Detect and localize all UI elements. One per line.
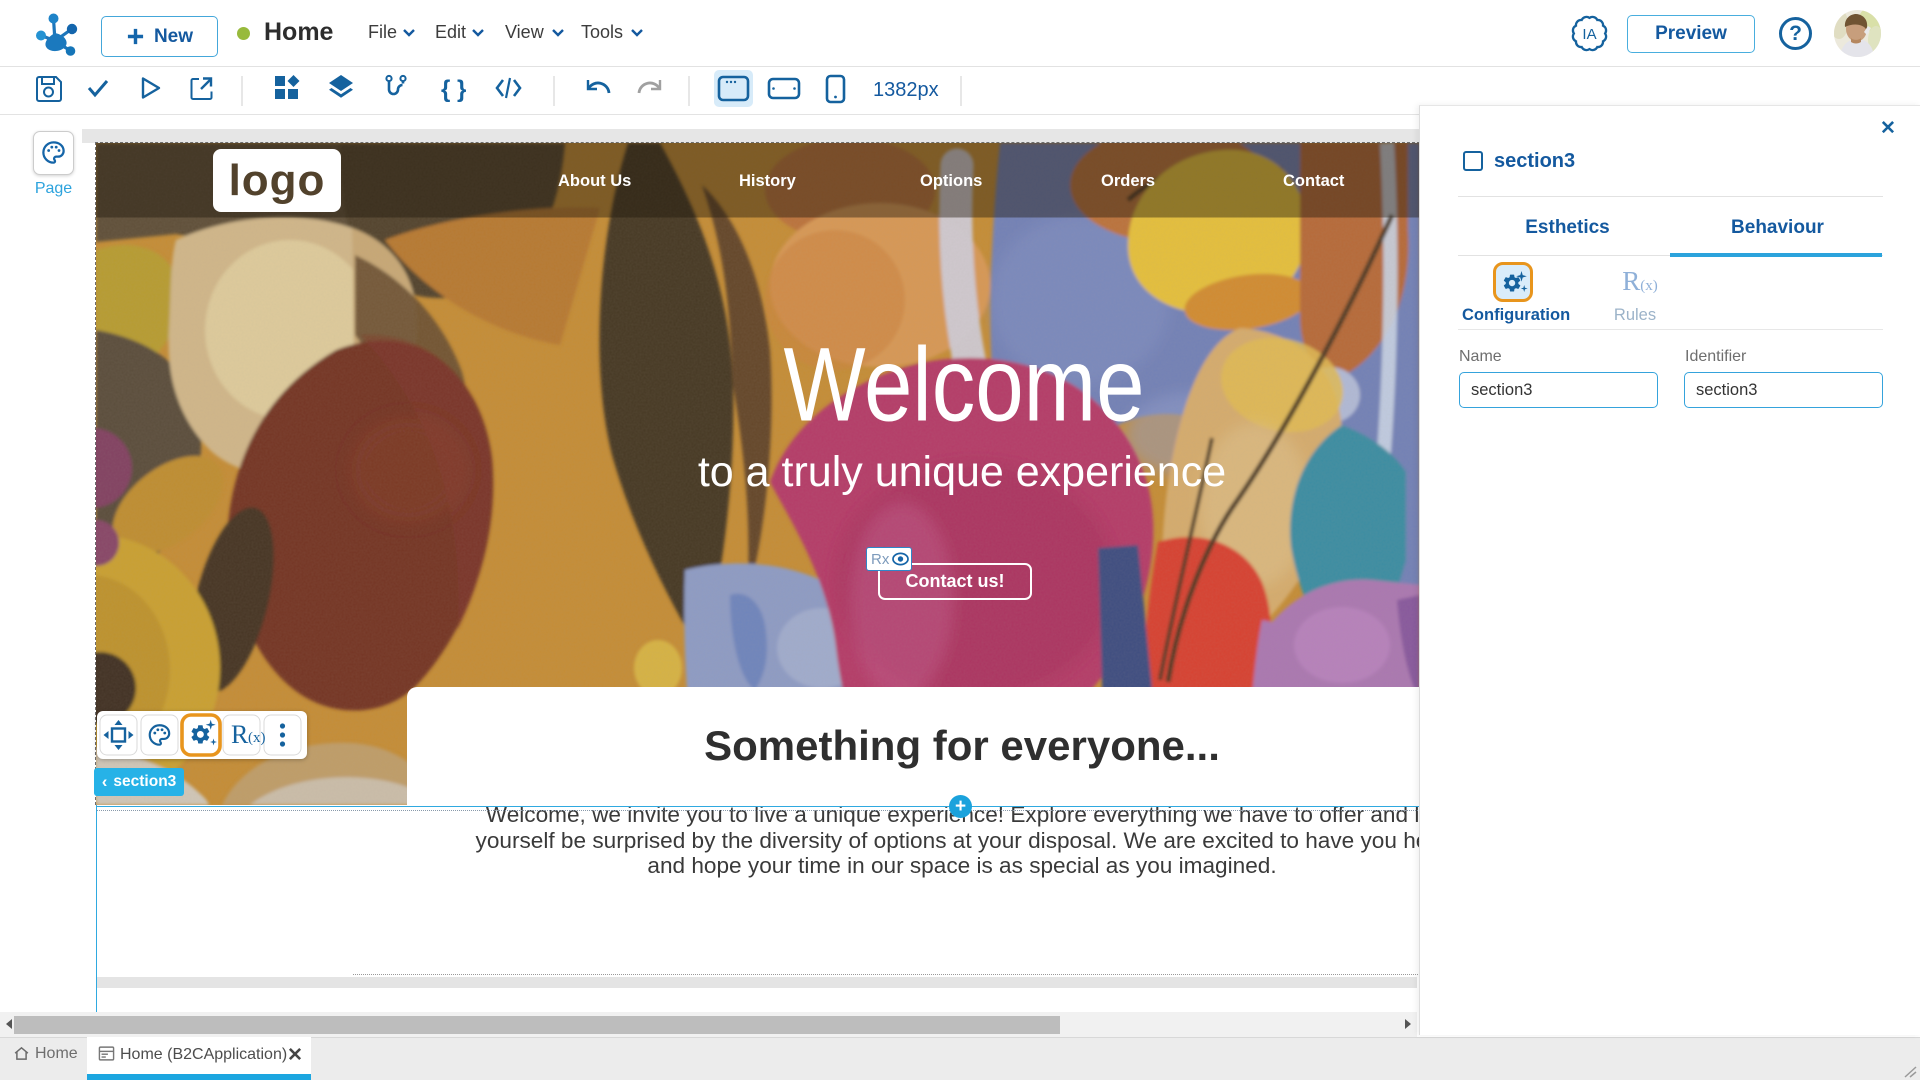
- svg-text:1382px: 1382px: [873, 79, 939, 101]
- svg-text:{ }: { }: [441, 76, 466, 103]
- svg-text:R: R: [231, 720, 249, 749]
- svg-text:IA: IA: [1582, 26, 1596, 43]
- svg-text:(x): (x): [248, 730, 266, 746]
